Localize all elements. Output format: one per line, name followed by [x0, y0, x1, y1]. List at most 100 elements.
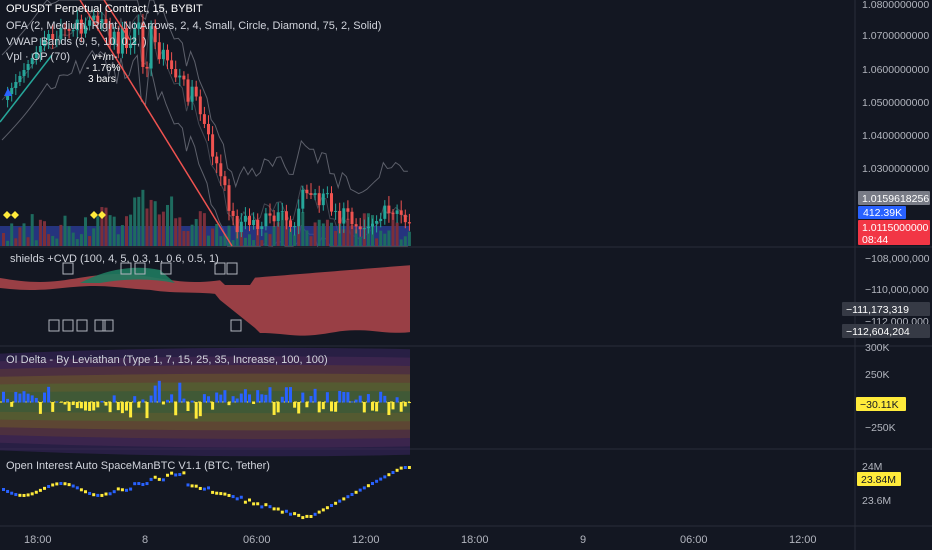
oi-delta-bar — [137, 402, 141, 408]
oi-delta-bar — [186, 402, 190, 411]
oi-delta-bar — [34, 397, 38, 403]
volume-bar — [133, 197, 137, 246]
oi-delta-bar — [321, 402, 325, 410]
candle-body — [289, 220, 292, 228]
candle-body — [256, 220, 260, 229]
oi-marker — [309, 515, 313, 518]
oi-delta-bar — [22, 391, 26, 403]
oi-marker — [387, 473, 391, 477]
oi-delta-bar — [272, 402, 276, 415]
oi-delta-bar — [334, 402, 338, 412]
candle-body — [309, 193, 313, 195]
candle-body — [383, 205, 387, 219]
oi-marker — [59, 482, 63, 486]
candle-body — [264, 213, 268, 227]
oi-delta-bar — [264, 394, 268, 403]
volume-bar — [38, 219, 42, 246]
volume-bar — [305, 230, 309, 246]
oi-marker — [6, 489, 10, 493]
oi-delta-bar — [243, 389, 247, 403]
oi-delta-bar — [125, 402, 128, 411]
oi-marker — [239, 495, 243, 499]
oi-marker — [219, 492, 223, 496]
candle-body — [190, 86, 194, 102]
oi-marker — [92, 493, 96, 497]
oi-delta-bar — [51, 402, 55, 412]
oi-delta-bar — [30, 395, 34, 403]
oi-delta-bar — [309, 396, 313, 403]
oi-delta-bar — [63, 402, 67, 405]
volume-bar — [34, 240, 38, 246]
oi-delta-bar — [141, 399, 145, 403]
oi-delta-bar — [284, 387, 288, 403]
oi-delta-bar — [407, 402, 411, 404]
vwap-legend[interactable]: VWAP Bands (9, 5, 10, 0.2, ) — [6, 36, 147, 49]
oi-marker — [26, 493, 30, 497]
candle-body — [330, 193, 333, 212]
trading-chart-window[interactable]: v+/m- - 1.76% 3 bars 1.0800000000 1.0700… — [0, 0, 932, 550]
oi-delta-bar — [84, 402, 87, 411]
oi-delta-bar — [71, 402, 75, 406]
price-tick: 1.0800000000 — [862, 0, 929, 11]
symbol-legend[interactable]: OPUSDT Perpetual Contract, 15, BYBIT — [6, 3, 203, 16]
volume-bar — [252, 240, 256, 246]
oi-delta-bar — [43, 392, 46, 403]
oi-delta-bar — [170, 394, 174, 403]
candle-body — [317, 193, 321, 206]
oi-delta-bar — [403, 402, 407, 407]
oi-marker — [108, 492, 112, 496]
oi-delta-bar — [92, 402, 96, 411]
oi-marker — [43, 486, 46, 490]
oi-marker — [362, 486, 366, 490]
oi-delta-bar — [301, 392, 305, 403]
volume-bar — [346, 218, 350, 246]
volume-bar — [174, 218, 178, 246]
open-interest-legend[interactable]: Open Interest Auto SpaceManBTC V1.1 (BTC… — [6, 460, 270, 473]
shields-legend[interactable]: shields +CVD (100, 4, 5, 0.3, 1, 0.6, 0.… — [10, 253, 219, 266]
oi-marker — [301, 516, 305, 520]
candle-body — [145, 66, 149, 69]
volume-bar — [219, 236, 223, 246]
oi-marker — [67, 483, 71, 487]
price-tick: 1.0600000000 — [862, 64, 929, 76]
move-annotation: v+/m- - 1.76% 3 bars — [86, 52, 121, 85]
oi-marker — [391, 471, 395, 474]
volume-bar — [215, 223, 219, 246]
oi-delta-bar — [227, 402, 231, 406]
candle-body — [198, 96, 202, 115]
oi-delta-bar — [116, 402, 120, 411]
volume-bar — [112, 216, 116, 246]
vpl-legend[interactable]: Vpl · OP (70) — [6, 51, 70, 64]
oi-delta-legend[interactable]: OI Delta - By Leviathan (Type 1, 7, 15, … — [6, 354, 328, 367]
candle-body — [239, 221, 243, 233]
candle-body — [399, 210, 403, 215]
oi-marker — [354, 490, 358, 494]
oi-delta-bar — [166, 399, 169, 403]
candle-body — [252, 220, 256, 226]
annotation-line-1: v+/m- — [92, 52, 117, 63]
ofa-legend[interactable]: OFA (2, Medium, Right, No Arrows, 2, 4, … — [6, 20, 381, 33]
candle-body — [248, 215, 251, 226]
volume-bar — [387, 230, 391, 246]
oi-delta-bar — [129, 402, 133, 418]
oi-marker — [297, 513, 301, 517]
oi-delta-bar — [391, 402, 395, 410]
oi-delta-bar — [6, 398, 10, 403]
volume-bar — [14, 238, 18, 246]
oi-delta-bar — [330, 402, 333, 412]
volume-bar — [202, 213, 206, 246]
volume-bar — [92, 228, 96, 246]
oi-delta-bar — [112, 395, 116, 403]
volume-bar — [272, 226, 276, 246]
volume-bar — [6, 240, 10, 246]
candle-body — [235, 215, 239, 233]
volume-bar — [137, 196, 141, 246]
oi-marker — [18, 493, 22, 497]
oi-delta-bar — [38, 402, 42, 414]
volume-bar — [59, 224, 63, 246]
candle-body — [161, 49, 165, 60]
oi-delta-bar — [96, 402, 100, 408]
oi-marker — [268, 505, 272, 509]
volume-bar — [182, 230, 186, 246]
oi-marker — [75, 486, 79, 490]
